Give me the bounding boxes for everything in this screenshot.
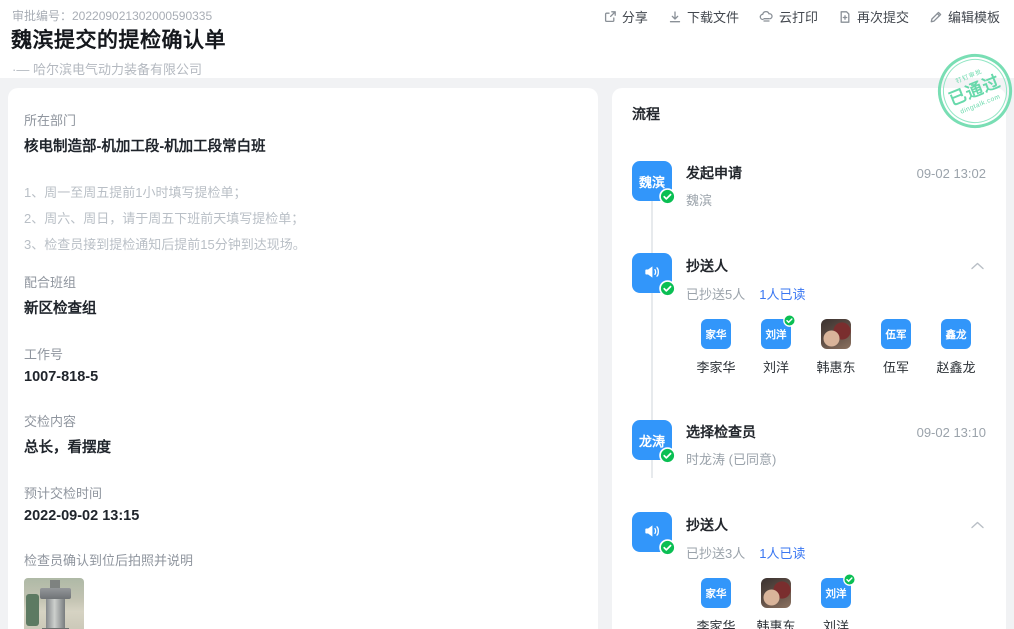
field-label-content: 交检内容 (24, 411, 582, 430)
cc-person[interactable]: 刘洋 刘洋 (746, 319, 806, 376)
cc-person[interactable]: 韩惠东 (746, 578, 806, 629)
avatar[interactable]: 龙涛 (632, 420, 672, 460)
flow-step-choose-inspector: 龙涛 选择检查员 09-02 13:10 时龙涛 (已同意) (632, 420, 986, 468)
approved-check-icon (659, 280, 676, 297)
page-header: 审批编号：202209021302000590335 魏滨提交的提检确认单 ·—… (0, 0, 1014, 78)
avatar: 鑫龙 (941, 319, 971, 349)
form-notes: 1、周一至周五提前1小时填写提检单； 2、周六、周日，请于周五下班前天填写提检单… (24, 180, 582, 258)
header-actions: 分享 下载文件 云打印 再次提交 编辑模板 (603, 7, 1000, 26)
photo-machine-shape (26, 594, 39, 626)
step-subtitle: 时龙涛 (已同意) (686, 449, 986, 468)
flow-section-title: 流程 (632, 104, 986, 124)
flow-step-cc-2: 抄送人 已抄送3人 1人已读 家华 李家华 韩 (632, 512, 986, 629)
flow-step-initiate: 魏滨 发起申请 09-02 13:02 魏滨 (632, 161, 986, 209)
field-label-work-no: 工作号 (24, 344, 582, 363)
flow-card: 钉钉审批 已通过 dingtalk.com 流程 魏滨 发起申请 09-02 1… (612, 88, 1006, 629)
inspection-photo-thumbnail[interactable] (24, 578, 84, 629)
avatar: 刘洋 (821, 578, 851, 608)
cc-people-list: 家华 李家华 刘洋 刘洋 韩惠东 (686, 319, 986, 376)
step-time: 09-02 13:02 (917, 166, 986, 181)
cc-megaphone-badge (632, 512, 672, 552)
field-value-team: 新区检查组 (24, 297, 582, 318)
edit-template-icon (929, 10, 943, 24)
step-title: 选择检查员 (686, 422, 756, 442)
avatar: 刘洋 (761, 319, 791, 349)
avatar-photo (821, 319, 851, 349)
resubmit-icon (838, 10, 852, 24)
step-subtitle: 魏滨 (686, 190, 986, 209)
step-time: 09-02 13:10 (917, 425, 986, 440)
download-icon (668, 10, 682, 24)
cc-sent-count: 已抄送3人 (686, 543, 745, 562)
note-line: 2、周六、周日，请于周五下班前天填写提检单； (24, 206, 582, 232)
collapse-chevron-icon[interactable] (969, 255, 986, 277)
approval-number: 审批编号：202209021302000590335 (12, 7, 212, 24)
download-file-button[interactable]: 下载文件 (668, 7, 739, 26)
avatar: 家华 (701, 578, 731, 608)
read-check-icon (783, 314, 796, 327)
cc-person[interactable]: 鑫龙 赵鑫龙 (926, 319, 986, 376)
cc-people-list: 家华 李家华 韩惠东 刘洋 刘洋 (686, 578, 986, 629)
edit-template-button[interactable]: 编辑模板 (929, 7, 1000, 26)
field-value-department: 核电制造部-机加工段-机加工段常白班 (24, 135, 582, 156)
page-title: 魏滨提交的提检确认单 (11, 24, 226, 54)
form-card: 所在部门 核电制造部-机加工段-机加工段常白班 1、周一至周五提前1小时填写提检… (8, 88, 598, 629)
approved-check-icon (659, 447, 676, 464)
field-value-work-no: 1007-818-5 (24, 369, 582, 385)
photo-section-label: 检查员确认到位后拍照并说明 (24, 550, 582, 569)
cloud-print-icon (759, 10, 774, 24)
field-value-content: 总长，看摆度 (24, 436, 582, 457)
note-line: 3、检查员接到提检通知后提前15分钟到达现场。 (24, 232, 582, 258)
step-title: 抄送人 (686, 256, 728, 276)
note-line: 1、周一至周五提前1小时填写提检单； (24, 180, 582, 206)
avatar: 伍军 (881, 319, 911, 349)
company-name: ·— 哈尔滨电气动力装备有限公司 (12, 59, 202, 78)
cc-person[interactable]: 家华 李家华 (686, 578, 746, 629)
read-check-icon (843, 573, 856, 586)
avatar-photo (761, 578, 791, 608)
field-value-expected-time: 2022-09-02 13:15 (24, 508, 582, 524)
photo-part-cap (40, 588, 71, 599)
stamp-top-text: 钉钉审批 (943, 64, 995, 90)
photo-part-cylinder (46, 599, 65, 629)
field-label-team: 配合班组 (24, 272, 582, 291)
cc-megaphone-badge (632, 253, 672, 293)
avatar: 家华 (701, 319, 731, 349)
resubmit-button[interactable]: 再次提交 (838, 7, 909, 26)
share-icon (603, 10, 617, 24)
field-label-department: 所在部门 (24, 110, 582, 129)
cc-person[interactable]: 家华 李家华 (686, 319, 746, 376)
step-title: 抄送人 (686, 515, 728, 535)
cc-read-count[interactable]: 1人已读 (759, 543, 805, 562)
field-label-expected-time: 预计交检时间 (24, 483, 582, 502)
collapse-chevron-icon[interactable] (969, 514, 986, 536)
approved-check-icon (659, 539, 676, 556)
cc-person[interactable]: 韩惠东 (806, 319, 866, 376)
flow-step-cc-1: 抄送人 已抄送5人 1人已读 家华 李家华 刘洋 (632, 253, 986, 376)
cc-person[interactable]: 刘洋 刘洋 (806, 578, 866, 629)
cc-read-count[interactable]: 1人已读 (759, 284, 805, 303)
step-title: 发起申请 (686, 163, 742, 183)
cloud-print-button[interactable]: 云打印 (759, 7, 818, 26)
approved-check-icon (659, 188, 676, 205)
avatar[interactable]: 魏滨 (632, 161, 672, 201)
cc-person[interactable]: 伍军 伍军 (866, 319, 926, 376)
cc-sent-count: 已抄送5人 (686, 284, 745, 303)
share-button[interactable]: 分享 (603, 7, 648, 26)
